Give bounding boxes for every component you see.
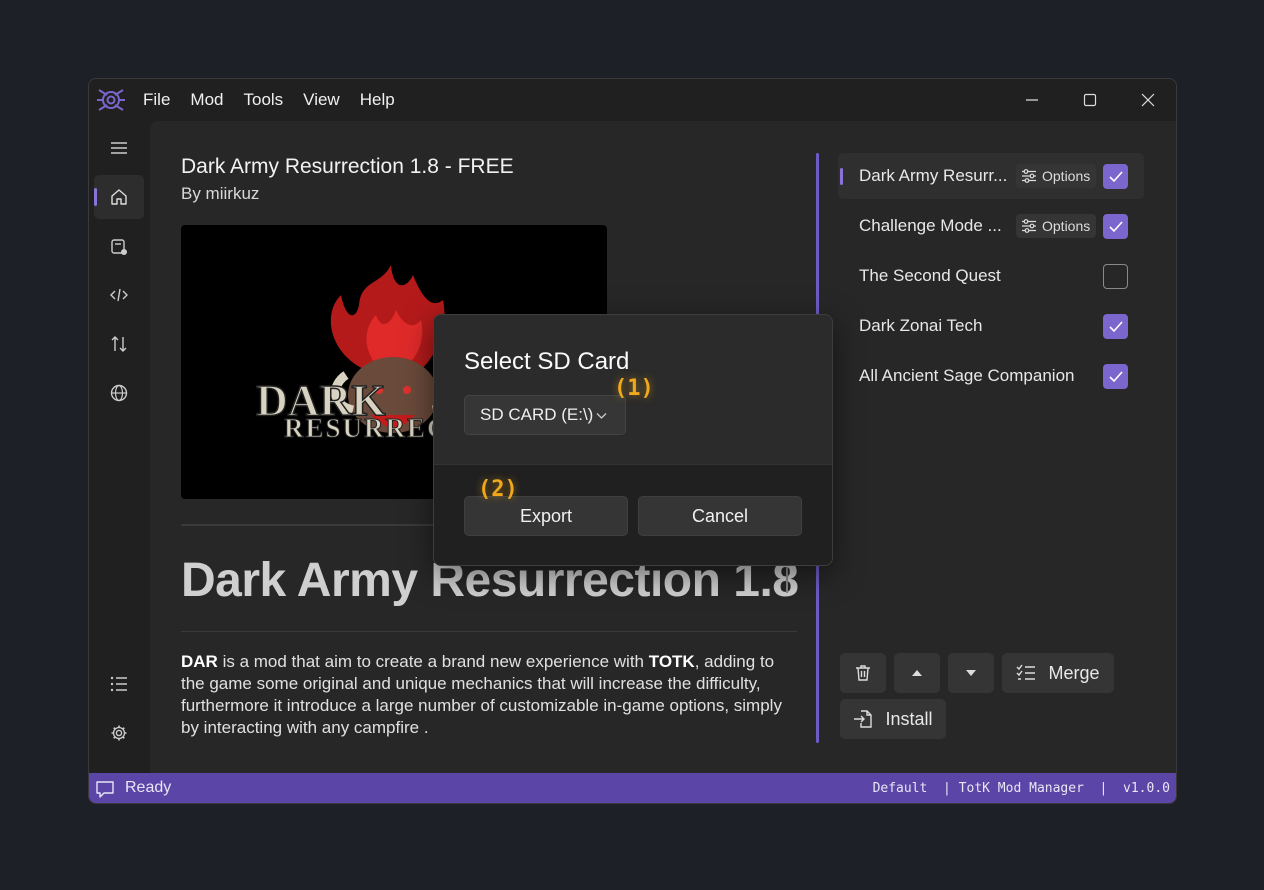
sidebar-item-list[interactable] bbox=[94, 662, 144, 706]
sd-card-dropdown[interactable]: SD CARD (E:\) bbox=[464, 395, 626, 435]
install-button[interactable]: Install bbox=[840, 699, 946, 739]
hamburger-icon bbox=[111, 142, 127, 154]
cancel-button[interactable]: Cancel bbox=[638, 496, 802, 536]
sidebar-item-settings[interactable] bbox=[94, 711, 144, 755]
code-icon bbox=[110, 288, 128, 302]
mod-list: Dark Army Resurr... Options Challenge Mo… bbox=[838, 153, 1144, 403]
desc-totk: TOTK bbox=[648, 652, 695, 671]
install-icon bbox=[854, 710, 873, 728]
sidebar bbox=[89, 121, 150, 773]
trash-icon bbox=[856, 665, 870, 681]
options-label: Options bbox=[1042, 168, 1091, 184]
menu-bar: File Mod Tools View Help bbox=[133, 79, 405, 121]
close-window-button[interactable] bbox=[1119, 79, 1176, 121]
merge-label: Merge bbox=[1048, 662, 1100, 683]
enable-checkbox[interactable] bbox=[1103, 214, 1128, 239]
message-icon bbox=[96, 781, 114, 798]
move-down-button[interactable] bbox=[948, 653, 994, 693]
merge-button[interactable]: Merge bbox=[1002, 653, 1114, 693]
sidebar-item-code[interactable] bbox=[94, 273, 144, 317]
select-sd-card-dialog: Select SD Card SD CARD (E:\) Export Canc… bbox=[433, 314, 833, 566]
annotation-step-2: (2) bbox=[478, 477, 518, 502]
mod-name: The Second Quest bbox=[859, 266, 1001, 285]
desc-text-1: is a mod that aim to create a brand new … bbox=[217, 652, 649, 671]
maximize-icon bbox=[1083, 93, 1097, 107]
export-button[interactable]: Export bbox=[464, 496, 628, 536]
checklist-icon bbox=[1016, 664, 1036, 680]
heading-overflow-mark bbox=[786, 567, 788, 593]
move-up-button[interactable] bbox=[894, 653, 940, 693]
bulleted-list-icon bbox=[110, 676, 127, 692]
dialog-title: Select SD Card bbox=[464, 348, 630, 375]
heading-divider bbox=[181, 631, 797, 632]
menu-tools[interactable]: Tools bbox=[233, 79, 293, 121]
globe-icon bbox=[110, 384, 128, 402]
enable-checkbox[interactable] bbox=[1103, 164, 1128, 189]
package-icon bbox=[111, 239, 127, 255]
checkmark-icon bbox=[1109, 321, 1123, 333]
sidebar-item-home[interactable] bbox=[94, 175, 144, 219]
list-item[interactable]: All Ancient Sage Companion bbox=[838, 353, 1144, 399]
checkmark-icon bbox=[1109, 221, 1123, 233]
enable-checkbox[interactable] bbox=[1103, 314, 1128, 339]
menu-view[interactable]: View bbox=[293, 79, 350, 121]
sidebar-item-web[interactable] bbox=[94, 371, 144, 415]
mod-author: By miirkuz bbox=[181, 184, 260, 203]
title-bar: File Mod Tools View Help bbox=[89, 79, 1176, 121]
list-item[interactable]: Dark Army Resurr... Options bbox=[838, 153, 1144, 199]
checkmark-icon bbox=[1109, 171, 1123, 183]
list-item[interactable]: Dark Zonai Tech bbox=[838, 303, 1144, 349]
status-info: Default | TotK Mod Manager | v1.0.0 bbox=[872, 781, 1170, 796]
caret-down-icon bbox=[966, 670, 976, 676]
options-button[interactable]: Options bbox=[1016, 164, 1096, 188]
sidebar-item-transfer[interactable] bbox=[94, 322, 144, 366]
app-logo-icon bbox=[97, 89, 125, 111]
sidebar-item-mods[interactable] bbox=[94, 225, 144, 269]
annotation-step-1: (1) bbox=[614, 376, 654, 401]
menu-file[interactable]: File bbox=[133, 79, 180, 121]
home-icon bbox=[111, 189, 127, 205]
list-item[interactable]: Challenge Mode ... Options bbox=[838, 203, 1144, 249]
minimize-icon bbox=[1026, 99, 1038, 101]
mod-title: Dark Army Resurrection 1.8 - FREE bbox=[181, 155, 514, 178]
enable-checkbox[interactable] bbox=[1103, 264, 1128, 289]
mod-name: All Ancient Sage Companion bbox=[859, 366, 1075, 385]
chevron-down-icon bbox=[596, 413, 607, 419]
list-item[interactable]: The Second Quest bbox=[838, 253, 1144, 299]
options-button[interactable]: Options bbox=[1016, 214, 1096, 238]
sliders-icon bbox=[1022, 219, 1036, 233]
enable-checkbox[interactable] bbox=[1103, 364, 1128, 389]
menu-help[interactable]: Help bbox=[350, 79, 405, 121]
gear-icon bbox=[111, 725, 127, 741]
logo-text-resurrec: RESURREC bbox=[284, 413, 449, 443]
mod-name: Challenge Mode ... bbox=[859, 216, 1002, 235]
options-label: Options bbox=[1042, 218, 1091, 234]
caret-up-icon bbox=[912, 670, 922, 676]
desc-dar: DAR bbox=[181, 652, 218, 671]
sliders-icon bbox=[1022, 169, 1036, 183]
status-text: Ready bbox=[125, 779, 172, 796]
mod-description: DAR is a mod that aim to create a brand … bbox=[181, 651, 801, 739]
menu-mod[interactable]: Mod bbox=[180, 79, 233, 121]
checkmark-icon bbox=[1109, 371, 1123, 383]
delete-button[interactable] bbox=[840, 653, 886, 693]
status-bar: Ready Default | TotK Mod Manager | v1.0.… bbox=[89, 773, 1176, 803]
sidebar-menu-toggle[interactable] bbox=[94, 126, 144, 170]
close-icon bbox=[1141, 93, 1155, 107]
minimize-button[interactable] bbox=[1003, 79, 1061, 121]
mod-name: Dark Zonai Tech bbox=[859, 316, 983, 335]
maximize-button[interactable] bbox=[1061, 79, 1119, 121]
selected-drive: SD CARD (E:\) bbox=[480, 405, 594, 424]
mod-name: Dark Army Resurr... bbox=[859, 166, 1008, 185]
install-label: Install bbox=[885, 708, 933, 729]
sort-arrows-icon bbox=[111, 336, 127, 352]
